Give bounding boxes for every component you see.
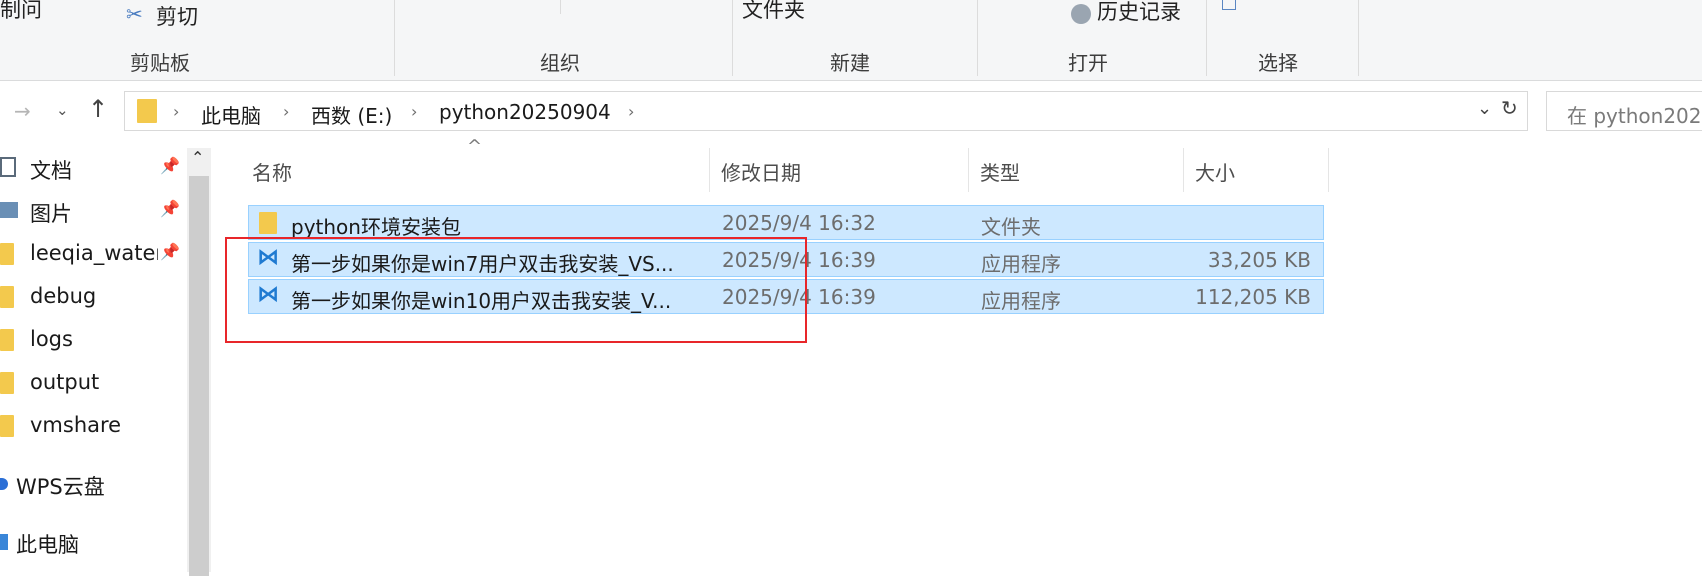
file-name: python环境安装包 [291,215,461,239]
sidebar-item-label: leeqia_water [30,241,158,265]
recent-locations-chevron-icon[interactable]: ⌄ [56,101,69,119]
address-dropdown-icon[interactable]: ⌄ [1477,98,1492,119]
ribbon-partial-command[interactable]: 制问 [0,0,42,24]
breadcrumb-drive[interactable]: 西数 (E:) [311,100,392,129]
folder-icon [0,415,14,437]
ribbon-divider [394,0,395,76]
document-icon [0,157,16,177]
up-arrow-icon[interactable]: ↑ [88,95,108,123]
folder-icon [0,372,14,394]
column-divider[interactable] [968,148,969,192]
file-type: 应用程序 [981,252,1061,276]
breadcrumb-chevron-icon[interactable]: › [628,102,634,121]
ribbon: 制问 ✂ 剪切 剪贴板 组织 文件夹 新建 历史记录 打开 选择 [0,0,1702,81]
search-placeholder: 在 python202 [1567,104,1702,128]
folder-icon [0,329,14,351]
breadcrumb-chevron-icon[interactable]: › [173,102,179,121]
highlight-box [225,237,807,343]
folder-icon [0,286,14,308]
sidebar-item-label: logs [30,327,73,351]
file-row[interactable]: python环境安装包 2025/9/4 16:32 文件夹 [248,205,1324,240]
breadcrumb-chevron-icon[interactable]: › [283,102,289,121]
computer-icon [0,534,8,550]
scroll-up-arrow-icon[interactable]: ⌃ [191,148,204,167]
scissors-icon: ✂ [126,2,143,26]
refresh-icon[interactable]: ↻ [1501,96,1518,120]
file-size: 112,205 KB [1195,285,1311,309]
sidebar-item-output[interactable]: output [0,363,186,403]
picture-icon [0,202,18,218]
select-group-label: 选择 [1258,51,1298,75]
sidebar-item-label: 图片 [30,202,72,226]
sidebar-item-debug[interactable]: debug [0,277,186,317]
navigation-pane: 文档 📌 图片 📌 leeqia_water 📌 debug logs outp… [0,148,210,572]
folder-icon [259,212,277,234]
sidebar-item-wps-cloud[interactable]: WPS云盘 [0,464,186,504]
sidebar-item-leeqia-water[interactable]: leeqia_water 📌 [0,234,186,274]
pin-icon[interactable]: 📌 [160,242,180,261]
new-folder-button[interactable]: 文件夹 [742,0,805,24]
cloud-icon [0,478,8,490]
ribbon-divider [977,0,978,76]
breadcrumb-chevron-icon[interactable]: › [411,102,417,121]
pin-icon[interactable]: 📌 [160,156,180,175]
file-modified: 2025/9/4 16:32 [722,211,876,235]
sidebar-item-documents[interactable]: 文档 📌 [0,148,186,188]
address-bar[interactable]: › 此电脑 › 西数 (E:) › python20250904 › ⌄ ↻ [124,91,1528,131]
select-all-icon [1222,0,1236,10]
file-type: 文件夹 [981,215,1041,239]
sidebar-item-label: 此电脑 [16,533,79,557]
pin-icon[interactable]: 📌 [160,199,180,218]
ribbon-divider [1358,0,1359,76]
file-size: 33,205 KB [1207,248,1311,272]
sidebar-item-logs[interactable]: logs [0,320,186,360]
forward-arrow-icon[interactable]: → [14,99,31,123]
ribbon-divider [732,0,733,76]
organize-group-label: 组织 [540,51,580,75]
sidebar-item-this-pc[interactable]: 此电脑 [0,522,186,562]
folder-icon [0,243,14,265]
column-divider[interactable] [709,148,710,192]
sidebar-item-label: WPS云盘 [16,475,105,499]
sidebar-scroll-thumb[interactable] [189,176,209,576]
sidebar-item-label: debug [30,284,97,308]
file-type: 应用程序 [981,289,1061,313]
breadcrumb-folder[interactable]: python20250904 [439,100,611,124]
column-header-name[interactable]: 名称 [252,157,292,186]
sort-ascending-icon: ^ [467,136,483,157]
sidebar-item-vmshare[interactable]: vmshare [0,406,186,446]
column-divider[interactable] [1328,148,1329,192]
search-box[interactable]: 在 python202 [1546,91,1702,131]
sidebar-item-pictures[interactable]: 图片 📌 [0,191,186,231]
column-header-size[interactable]: 大小 [1195,157,1235,186]
history-icon [1071,4,1091,24]
cut-button[interactable]: 剪切 [156,1,198,31]
sidebar-item-label: output [30,370,100,394]
sidebar-item-label: vmshare [30,413,122,437]
column-divider[interactable] [1183,148,1184,192]
column-header-modified[interactable]: 修改日期 [721,157,801,186]
ribbon-divider [560,0,561,14]
breadcrumb-this-pc[interactable]: 此电脑 [201,100,261,129]
folder-icon [137,99,157,123]
sidebar-item-label: 文档 [30,159,72,183]
new-group-label: 新建 [830,51,870,75]
ribbon-divider [1206,0,1207,76]
clipboard-group-label: 剪贴板 [130,51,190,75]
history-button[interactable]: 历史记录 [1097,0,1181,26]
column-header-type[interactable]: 类型 [980,157,1020,186]
open-group-label: 打开 [1068,51,1108,75]
